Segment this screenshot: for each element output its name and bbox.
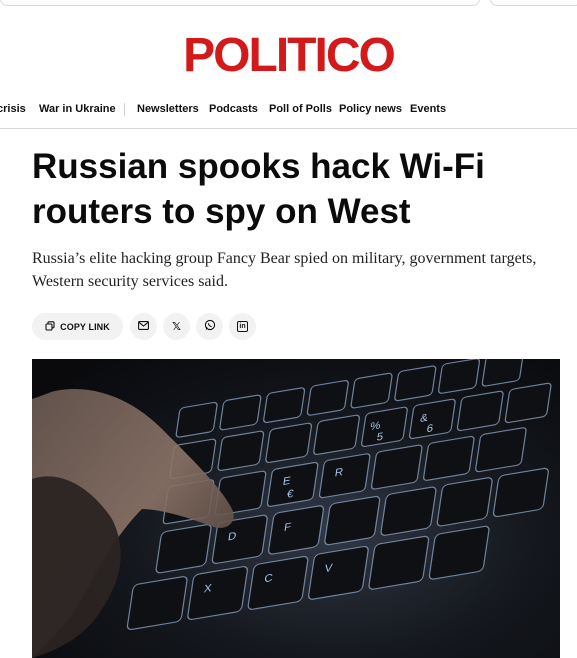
article-headline: Russian spooks hack Wi-Fi routers to spy…	[32, 147, 485, 231]
copy-link-label: COPY LINK	[60, 321, 110, 332]
email-icon	[138, 320, 149, 333]
nav-item-newsletters[interactable]: Newsletters	[137, 103, 199, 115]
email-share-button[interactable]	[130, 313, 157, 340]
nav-item-policy-news[interactable]: Policy news	[339, 103, 402, 115]
site-logo[interactable]: POLITICO	[0, 28, 577, 84]
nav-item-poll-of-polls[interactable]: Poll of Polls	[269, 103, 332, 115]
whatsapp-icon	[204, 319, 216, 334]
address-bar[interactable]	[0, 0, 480, 6]
hero-image-keyboard: % 5 & 6 E R € D F X C V	[32, 359, 560, 658]
nav-item-crisis[interactable]: crisis	[0, 103, 26, 115]
nav-item-events[interactable]: Events	[410, 103, 446, 115]
x-icon: 𝕏	[172, 321, 181, 333]
nav-item-podcasts[interactable]: Podcasts	[209, 103, 258, 115]
nav-item-war-in-ukraine[interactable]: War in Ukraine	[39, 103, 116, 115]
main-nav: crisis War in Ukraine Newsletters Podcas…	[0, 92, 577, 129]
copy-icon	[45, 320, 55, 333]
whatsapp-share-button[interactable]	[196, 313, 223, 340]
copy-link-button[interactable]: COPY LINK	[32, 313, 123, 340]
x-share-button[interactable]: 𝕏	[163, 313, 190, 340]
article-dek: Russia’s elite hacking group Fancy Bear …	[32, 250, 537, 290]
browser-top-strip	[0, 0, 577, 8]
nav-divider	[124, 103, 125, 116]
keyboard-illustration: % 5 & 6 E R € D F X C V	[32, 359, 560, 658]
linkedin-share-button[interactable]: in	[229, 313, 256, 340]
linkedin-icon: in	[237, 321, 248, 332]
toolbar-pill[interactable]	[490, 0, 577, 6]
